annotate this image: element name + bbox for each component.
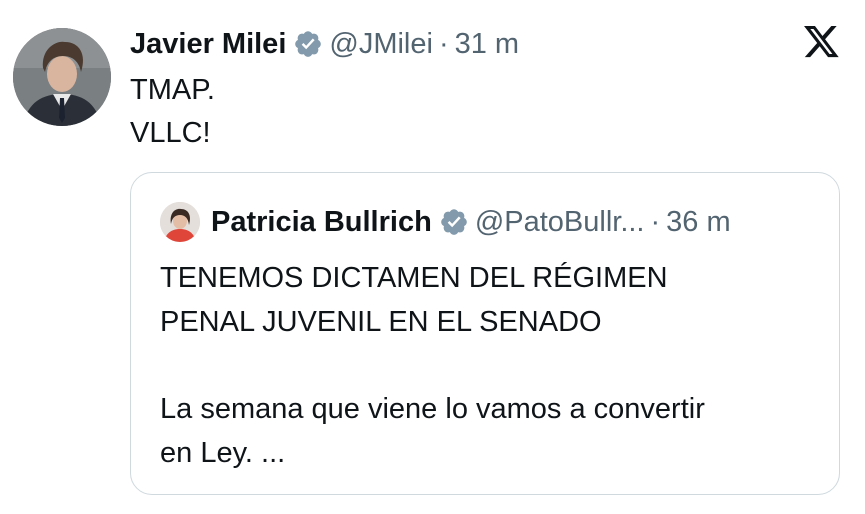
quoted-tweet-timestamp[interactable]: 36 m <box>666 202 730 242</box>
quoted-author-name[interactable]: Patricia Bullrich <box>211 202 432 242</box>
quoted-tweet-text-line: La semana que viene lo vamos a convertir <box>160 393 705 425</box>
quoted-author-handle[interactable]: @PatoBullr... <box>475 202 645 242</box>
tweet-card[interactable]: Javier Milei @JMilei · 31 m TMAP. VLLC! <box>0 0 865 514</box>
tweet-timestamp[interactable]: 31 m <box>455 24 519 64</box>
quoted-tweet-text-line: en Ley. ... <box>160 437 286 469</box>
quoted-tweet[interactable]: Patricia Bullrich @PatoBullr... · 36 m T… <box>130 172 840 495</box>
tweet-text-line: VLLC! <box>130 117 211 149</box>
verified-badge-icon <box>439 207 469 237</box>
x-logo-icon[interactable] <box>804 26 840 60</box>
author-name[interactable]: Javier Milei <box>130 24 286 64</box>
tweet-header: Javier Milei @JMilei · 31 m <box>130 24 519 64</box>
quoted-tweet-text-line: PENAL JUVENIL EN EL SENADO <box>160 306 602 338</box>
author-handle[interactable]: @JMilei <box>329 24 433 64</box>
quoted-author-avatar[interactable] <box>160 202 200 242</box>
verified-badge-icon <box>293 29 323 59</box>
quoted-tweet-text-line: TENEMOS DICTAMEN DEL RÉGIMEN <box>160 262 668 294</box>
quoted-tweet-header: Patricia Bullrich @PatoBullr... · 36 m <box>211 202 731 242</box>
tweet-text-line: TMAP. <box>130 74 215 106</box>
author-avatar[interactable] <box>13 28 111 126</box>
header-separator: · <box>438 28 449 60</box>
header-separator: · <box>650 206 661 238</box>
